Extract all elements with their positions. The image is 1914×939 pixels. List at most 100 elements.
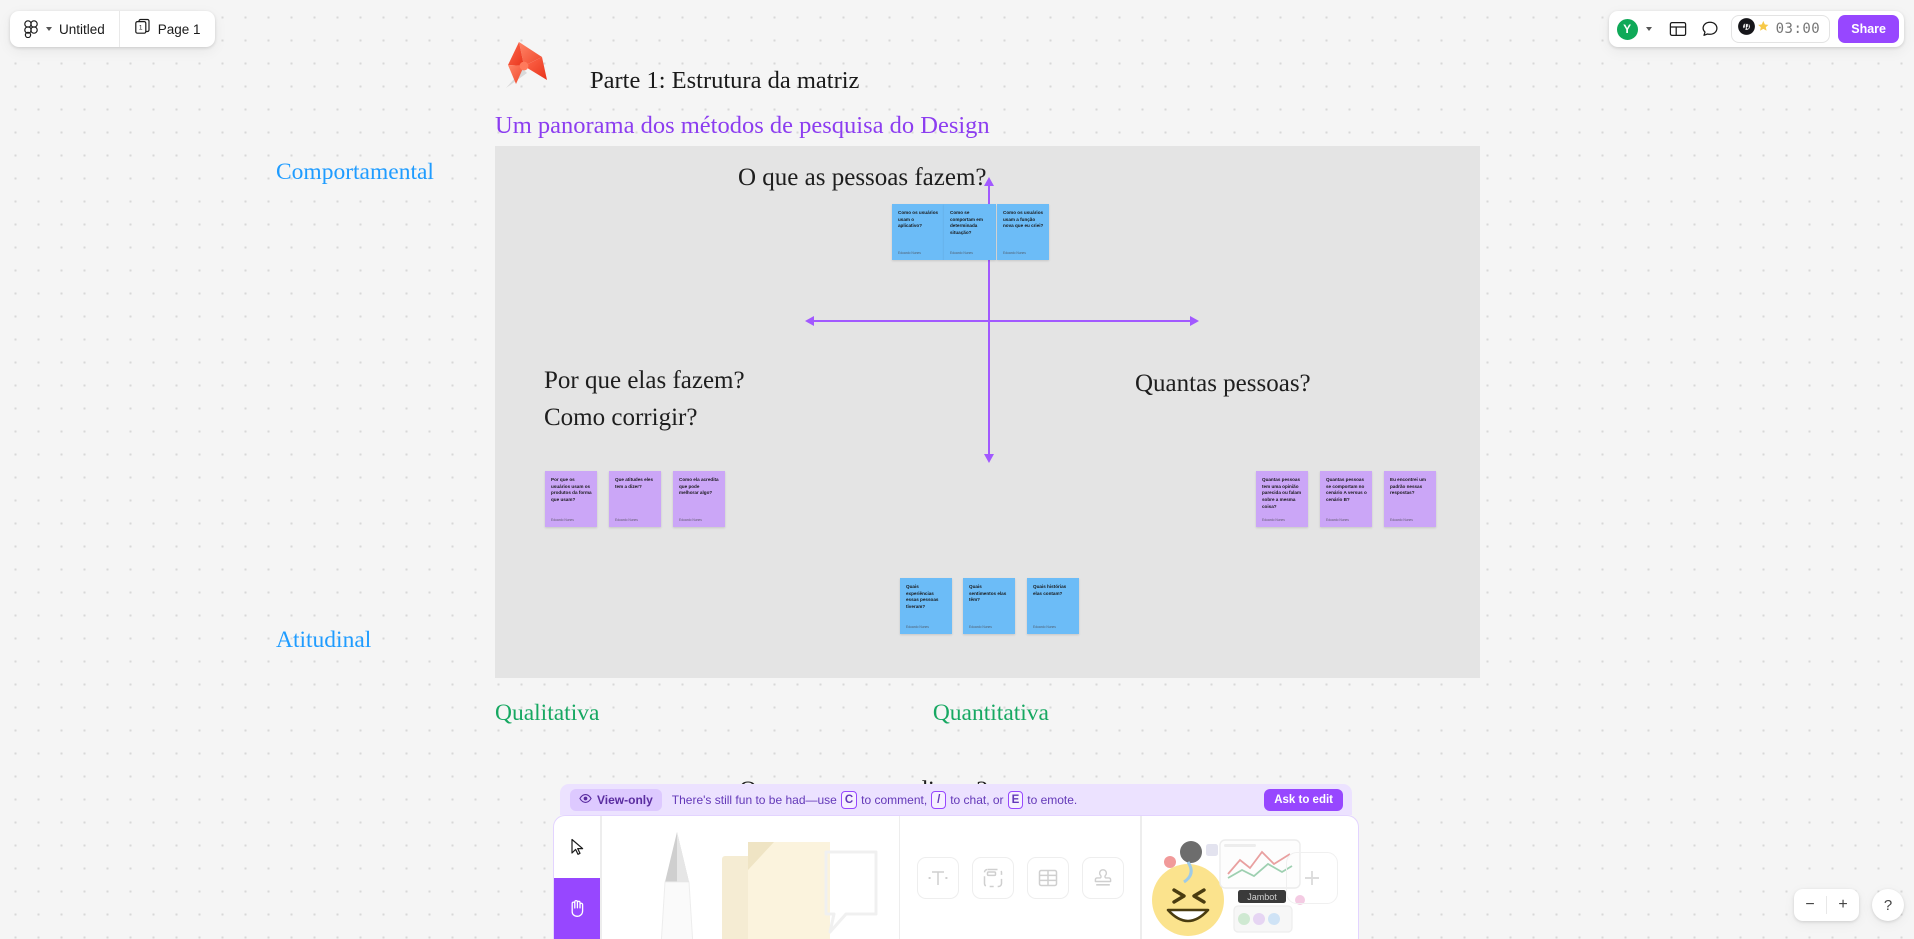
note-author: Eduardo Nunes bbox=[615, 518, 638, 523]
sticky-note[interactable]: Quantas pessoas se comportam no cenário … bbox=[1320, 471, 1372, 527]
chevron-down-icon[interactable] bbox=[1645, 27, 1652, 31]
note-author: Eduardo Nunes bbox=[1033, 625, 1056, 630]
note-author: Eduardo Nunes bbox=[551, 518, 574, 523]
note-text: Quantas pessoas tem uma opinião parecida… bbox=[1262, 477, 1302, 509]
note-author: Eduardo Nunes bbox=[950, 251, 973, 256]
share-button[interactable]: Share bbox=[1838, 15, 1899, 43]
axis-label-behavioral: Comportamental bbox=[276, 159, 434, 185]
arrow-right-icon bbox=[1190, 316, 1199, 326]
page-icon: 1 bbox=[134, 18, 151, 40]
arrow-down-icon bbox=[984, 454, 994, 463]
timer-value: 03:00 bbox=[1775, 21, 1821, 37]
quadrant-title-left-line1: Por que elas fazem? bbox=[544, 367, 745, 394]
zoom-in-button[interactable]: + bbox=[1827, 889, 1859, 921]
sticky-note-icon[interactable] bbox=[718, 838, 834, 939]
note-author: Eduardo Nunes bbox=[906, 625, 929, 630]
note-author: Eduardo Nunes bbox=[1326, 518, 1349, 523]
file-menu-button[interactable]: Untitled bbox=[10, 11, 119, 47]
axis-label-quantitative: Quantitativa bbox=[932, 700, 1049, 726]
avatar[interactable]: Y bbox=[1614, 16, 1640, 42]
plus-icon[interactable] bbox=[1286, 851, 1338, 904]
hand-grab-icon[interactable] bbox=[554, 877, 600, 939]
view-only-banner: View-only There's still fun to be had—us… bbox=[560, 784, 1352, 815]
help-button[interactable]: ? bbox=[1872, 889, 1904, 921]
bottom-toolbar: Jambot bbox=[553, 815, 1359, 939]
ask-to-edit-button[interactable]: Ask to edit bbox=[1264, 788, 1343, 811]
mode-switcher bbox=[554, 816, 600, 939]
sticky-note[interactable]: Como os usuários usam o aplicativo? Edua… bbox=[892, 204, 944, 260]
zoom-out-button[interactable]: − bbox=[1794, 889, 1826, 921]
note-text: Como os usuários usam a função nova que … bbox=[1003, 210, 1044, 229]
note-text: Como os usuários usam o aplicativo? bbox=[898, 210, 939, 229]
comment-bubble-icon[interactable] bbox=[1695, 14, 1725, 44]
note-text: Quais sentimentos elas têm? bbox=[969, 584, 1007, 603]
note-text: Como ela acredita que pode melhorar algo… bbox=[679, 477, 719, 496]
timer-widget[interactable]: 03:00 bbox=[1730, 15, 1831, 43]
view-only-badge: View-only bbox=[570, 788, 662, 811]
note-text: Quantas pessoas se comportam no cenário … bbox=[1326, 477, 1367, 502]
stamp-icon[interactable] bbox=[1081, 856, 1124, 899]
quadrant-title-left-line2: Como corrigir? bbox=[544, 404, 698, 431]
hint-text-end: to emote. bbox=[1027, 792, 1078, 807]
sparkle-star-icon bbox=[1753, 17, 1772, 41]
view-only-hint: There's still fun to be had—use C to com… bbox=[671, 790, 1078, 809]
sticky-note[interactable]: Que atitudes eles tem a dizer? Eduardo N… bbox=[609, 471, 661, 527]
zoom-controls: − + bbox=[1794, 889, 1859, 921]
figjam-canvas[interactable]: Untitled 1 Page 1 Y 03:00 Share Parte 1:… bbox=[0, 0, 1914, 939]
figjam-icon bbox=[24, 20, 38, 38]
note-author: Eduardo Nunes bbox=[1390, 518, 1413, 523]
axis-label-attitudinal: Atitudinal bbox=[276, 627, 372, 653]
creative-tools-group bbox=[602, 816, 899, 939]
sticky-note[interactable]: Como ela acredita que pode melhorar algo… bbox=[673, 471, 725, 527]
hint-text-before: There's still fun to be had—use bbox=[671, 792, 837, 807]
svg-text:Jambot: Jambot bbox=[1247, 892, 1277, 902]
matrix-frame[interactable]: O que as pessoas fazem? O que as pessoas… bbox=[495, 146, 1480, 804]
note-text: Por que os usuários usam os produtos da … bbox=[551, 477, 592, 502]
layout-panel-icon[interactable] bbox=[1663, 14, 1693, 44]
page-subtitle: Um panorama dos métodos de pesquisa do D… bbox=[495, 112, 990, 139]
note-author: Eduardo Nunes bbox=[679, 518, 702, 523]
section-frame-icon[interactable] bbox=[971, 856, 1014, 899]
key-e[interactable]: E bbox=[1007, 790, 1024, 809]
page-title: Parte 1: Estrutura da matriz bbox=[590, 67, 860, 94]
text-tool-icon[interactable] bbox=[916, 856, 959, 899]
sticky-note[interactable]: Quais histórias elas contam? Eduardo Nun… bbox=[1027, 578, 1079, 634]
page-selector-button[interactable]: 1 Page 1 bbox=[118, 11, 215, 47]
key-c[interactable]: C bbox=[840, 790, 858, 809]
note-author: Eduardo Nunes bbox=[1262, 518, 1285, 523]
marker-pen-icon[interactable] bbox=[648, 830, 706, 939]
arrow-left-icon bbox=[805, 316, 814, 326]
note-author: Eduardo Nunes bbox=[898, 251, 921, 256]
sticky-note[interactable]: Quais sentimentos elas têm? Eduardo Nune… bbox=[963, 578, 1015, 634]
sticky-note[interactable]: Eu encontrei um padrão nessas respostas?… bbox=[1384, 471, 1436, 527]
note-text: Quais histórias elas contam? bbox=[1033, 584, 1067, 596]
note-author: Eduardo Nunes bbox=[969, 625, 992, 630]
file-toolbar: Untitled 1 Page 1 bbox=[10, 11, 215, 47]
red-pushpin-icon bbox=[497, 36, 559, 98]
shape-icon[interactable] bbox=[820, 842, 884, 939]
hint-text-mid2: to chat, or bbox=[950, 792, 1004, 807]
note-text: Como se comportam em determinada situaçã… bbox=[950, 210, 983, 235]
chevron-down-icon bbox=[46, 27, 52, 31]
sticky-note[interactable]: Quais experiências essas pessoas tiveram… bbox=[900, 578, 952, 634]
cursor-arrow-icon[interactable] bbox=[554, 816, 600, 878]
note-text: Quais experiências essas pessoas tiveram… bbox=[906, 584, 939, 609]
sticky-note[interactable]: Quantas pessoas tem uma opinião parecida… bbox=[1256, 471, 1308, 527]
sticky-note[interactable]: Por que os usuários usam os produtos da … bbox=[545, 471, 597, 527]
key-slash[interactable]: / bbox=[931, 790, 947, 809]
file-name: Untitled bbox=[59, 21, 105, 37]
hint-text-mid1: to comment, bbox=[861, 792, 928, 807]
insert-tools-group bbox=[900, 816, 1140, 939]
sticky-note[interactable]: Como se comportam em determinada situaçã… bbox=[944, 204, 996, 260]
svg-text:1: 1 bbox=[139, 24, 143, 31]
note-author: Eduardo Nunes bbox=[1003, 251, 1026, 256]
note-text: Que atitudes eles tem a dizer? bbox=[615, 477, 654, 489]
view-only-label: View-only bbox=[597, 792, 653, 807]
eye-icon bbox=[579, 792, 592, 808]
axis-label-qualitative: Qualitativa bbox=[495, 700, 600, 726]
sticky-note[interactable]: Como os usuários usam a função nova que … bbox=[997, 204, 1049, 260]
quadrant-title-right: Quantas pessoas? bbox=[1135, 370, 1311, 397]
table-icon[interactable] bbox=[1026, 856, 1069, 899]
note-text: Eu encontrei um padrão nessas respostas? bbox=[1390, 477, 1426, 496]
top-right-toolbar: Y 03:00 Share bbox=[1608, 11, 1904, 47]
